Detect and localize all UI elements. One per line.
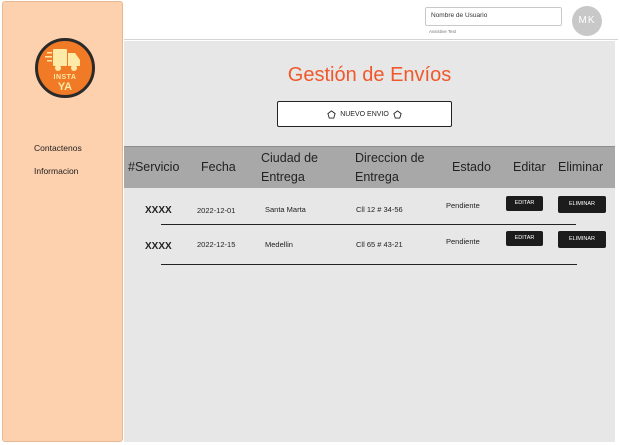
new-shipment-label: NUEVO ENVIO: [340, 110, 389, 118]
insta-ya-logo: INSTA YA: [35, 38, 95, 98]
column-header-fecha: Fecha: [201, 160, 236, 174]
row-1-ciudad: Santa Marta: [265, 205, 306, 214]
app-page: INSTA YA Contactenos Informacion Nombre …: [0, 0, 620, 445]
delete-button[interactable]: ELIMINAR: [558, 231, 606, 248]
row-2-ciudad: Medellin: [265, 240, 293, 249]
row-1-id: XXXX: [145, 205, 172, 216]
sidebar: INSTA YA Contactenos Informacion: [2, 1, 123, 442]
row-2-id: XXXX: [145, 241, 172, 252]
logo-text-bottom: YA: [57, 81, 73, 93]
table-header: #Servicio Fecha Ciudad de Entrega Direcc…: [124, 146, 615, 188]
row-2-fecha: 2022-12-15: [197, 240, 236, 249]
top-header: Nombre de Usuario Assistive Text MK: [124, 0, 618, 40]
main-content: Gestión de Envíos NUEVO ENVIO #Servicio …: [124, 41, 615, 442]
edit-button[interactable]: EDITAR: [506, 231, 543, 246]
column-header-estado: Estado: [452, 160, 491, 174]
row-2-estado: Pendiente: [446, 237, 480, 246]
row-2-direccion: Cll 65 # 43-21: [356, 240, 403, 249]
column-header-servicio: #Servicio: [128, 160, 180, 174]
avatar[interactable]: MK: [572, 6, 602, 36]
column-header-direccion: Direccion de Entrega: [355, 151, 425, 184]
edit-button[interactable]: EDITAR: [506, 196, 543, 211]
row-1-estado: Pendiente: [446, 201, 480, 210]
logo-text-top: INSTA: [53, 74, 77, 81]
assistive-text: Assistive Text: [429, 29, 457, 34]
row-1-fecha: 2022-12-01: [197, 206, 236, 215]
column-header-editar: Editar: [513, 160, 546, 174]
sidebar-item-contactenos[interactable]: Contactenos: [34, 143, 82, 153]
column-header-eliminar: Eliminar: [558, 160, 604, 174]
row-1-direccion: Cll 12 # 34-56: [356, 205, 403, 214]
username-field[interactable]: Nombre de Usuario: [425, 7, 562, 26]
column-header-ciudad: Ciudad de Entrega: [261, 151, 318, 184]
delete-button[interactable]: ELIMINAR: [558, 196, 606, 213]
sidebar-item-informacion[interactable]: Informacion: [34, 166, 78, 176]
pentagon-icon: [327, 109, 336, 119]
row-divider: [161, 264, 577, 265]
new-shipment-button[interactable]: NUEVO ENVIO: [277, 101, 452, 127]
page-title: Gestión de Envíos: [287, 64, 452, 86]
row-divider: [161, 224, 576, 225]
pentagon-icon: [393, 109, 402, 119]
